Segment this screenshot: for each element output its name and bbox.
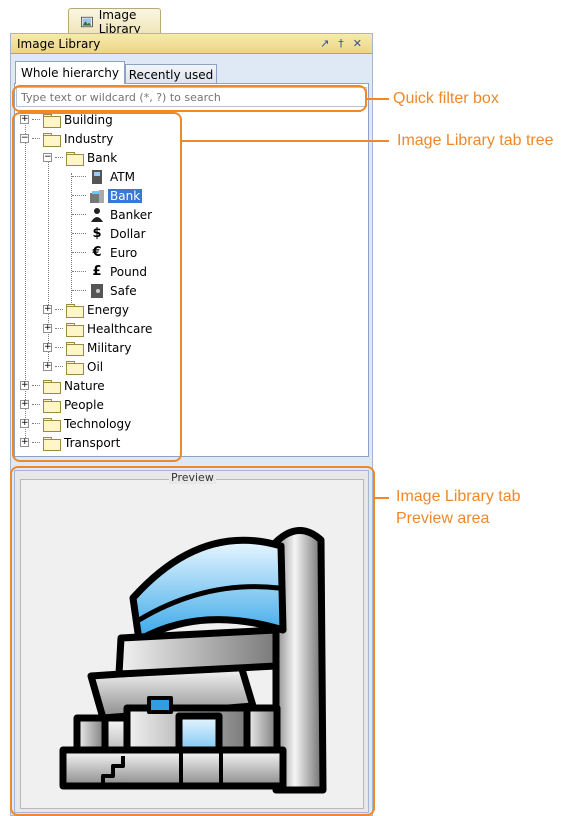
callout-preview-line2: Preview area [396, 510, 490, 527]
tab-image-library[interactable]: Image Library [68, 7, 161, 36]
panel-title: Image Library [17, 36, 101, 51]
tab-whole-hierarchy[interactable]: Whole hierarchy [15, 61, 125, 84]
quick-filter-highlight [12, 85, 367, 112]
callout-tree: Image Library tab tree [397, 132, 554, 149]
preview-highlight [10, 466, 375, 816]
preview-connector [375, 497, 389, 499]
filter-connector [367, 98, 389, 100]
tree-connector [182, 140, 389, 142]
pin-icon[interactable]: † [338, 36, 344, 52]
image-icon [81, 16, 93, 27]
float-icon[interactable]: ↗ [320, 36, 329, 52]
tab-label: Image Library [98, 7, 141, 36]
close-icon[interactable]: ✕ [353, 36, 362, 52]
callout-preview-line1: Image Library tab [396, 488, 521, 505]
tree-highlight [12, 112, 182, 462]
panel-header: Image Library ↗ † ✕ [11, 34, 372, 54]
tab-recently-used[interactable]: Recently used [125, 64, 217, 84]
callout-quick-filter: Quick filter box [393, 90, 499, 107]
